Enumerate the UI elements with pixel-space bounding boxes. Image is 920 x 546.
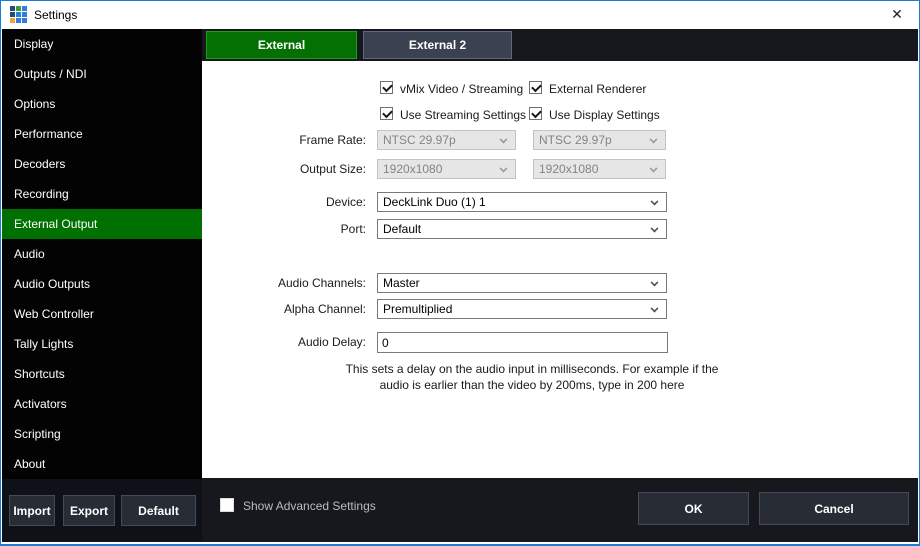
cancel-button[interactable]: Cancel [759, 492, 909, 525]
audio-channels-label: Audio Channels: [221, 276, 366, 290]
device-label: Device: [221, 195, 366, 209]
sidebar-item-display[interactable]: Display [2, 29, 202, 59]
use-streaming-settings-checkbox[interactable] [380, 107, 393, 120]
chevron-down-icon [651, 225, 659, 233]
device-select[interactable]: DeckLink Duo (1) 1 [377, 192, 667, 212]
sidebar-footer: Import Export Default [2, 479, 202, 542]
sidebar-item-tally-lights[interactable]: Tally Lights [2, 329, 202, 359]
sidebar-item-shortcuts[interactable]: Shortcuts [2, 359, 202, 389]
sidebar: Display Outputs / NDI Options Performanc… [2, 29, 202, 542]
output-size-value-2: 1920x1080 [539, 162, 598, 176]
chevron-down-icon [651, 305, 659, 313]
sidebar-item-audio-outputs[interactable]: Audio Outputs [2, 269, 202, 299]
audio-delay-help-text: This sets a delay on the audio input in … [342, 361, 722, 393]
external-renderer-checkbox[interactable] [529, 81, 542, 94]
vmix-logo-icon [10, 6, 27, 23]
output-size-select-1: 1920x1080 [377, 159, 516, 179]
show-advanced-settings-checkbox[interactable] [220, 498, 234, 512]
vmix-video-streaming-label: vMix Video / Streaming [400, 82, 523, 96]
chevron-down-icon [651, 198, 659, 206]
import-button[interactable]: Import [9, 495, 55, 526]
sidebar-item-web-controller[interactable]: Web Controller [2, 299, 202, 329]
vmix-video-streaming-checkbox[interactable] [380, 81, 393, 94]
tab-strip: External External 2 [202, 29, 918, 61]
sidebar-item-external-output[interactable]: External Output [2, 209, 202, 239]
sidebar-item-activators[interactable]: Activators [2, 389, 202, 419]
alpha-channel-select[interactable]: Premultiplied [377, 299, 667, 319]
chevron-down-icon [650, 165, 658, 173]
close-icon[interactable]: ✕ [882, 1, 912, 28]
alpha-channel-value: Premultiplied [383, 302, 452, 316]
sidebar-item-scripting[interactable]: Scripting [2, 419, 202, 449]
chevron-down-icon [500, 165, 508, 173]
export-button[interactable]: Export [63, 495, 115, 526]
audio-delay-label: Audio Delay: [221, 335, 366, 349]
audio-channels-select[interactable]: Master [377, 273, 667, 293]
use-streaming-settings-label: Use Streaming Settings [400, 108, 526, 122]
chevron-down-icon [650, 136, 658, 144]
port-value: Default [383, 222, 421, 236]
frame-rate-select-2: NTSC 29.97p [533, 130, 666, 150]
alpha-channel-label: Alpha Channel: [221, 302, 366, 316]
window-title: Settings [34, 8, 77, 22]
sidebar-item-about[interactable]: About [2, 449, 202, 479]
output-size-select-2: 1920x1080 [533, 159, 666, 179]
port-label: Port: [221, 222, 366, 236]
port-select[interactable]: Default [377, 219, 667, 239]
show-advanced-settings-label: Show Advanced Settings [243, 499, 376, 513]
chevron-down-icon [651, 279, 659, 287]
audio-delay-input[interactable] [377, 332, 668, 353]
sidebar-item-audio[interactable]: Audio [2, 239, 202, 269]
settings-window: Settings ✕ Display Outputs / NDI Options… [0, 0, 920, 546]
use-display-settings-label: Use Display Settings [549, 108, 660, 122]
external-output-panel: vMix Video / Streaming External Renderer… [202, 61, 918, 481]
use-display-settings-checkbox[interactable] [529, 107, 542, 120]
title-bar: Settings ✕ [2, 1, 918, 29]
tab-external-2[interactable]: External 2 [363, 31, 512, 59]
frame-rate-label: Frame Rate: [221, 133, 366, 147]
output-size-label: Output Size: [221, 162, 366, 176]
sidebar-item-performance[interactable]: Performance [2, 119, 202, 149]
sidebar-item-decoders[interactable]: Decoders [2, 149, 202, 179]
audio-channels-value: Master [383, 276, 420, 290]
default-button[interactable]: Default [121, 495, 196, 526]
external-renderer-label: External Renderer [549, 82, 646, 96]
sidebar-item-outputs-ndi[interactable]: Outputs / NDI [2, 59, 202, 89]
sidebar-item-options[interactable]: Options [2, 89, 202, 119]
frame-rate-value-1: NTSC 29.97p [383, 133, 456, 147]
frame-rate-select-1: NTSC 29.97p [377, 130, 516, 150]
output-size-value-1: 1920x1080 [383, 162, 442, 176]
tab-external[interactable]: External [206, 31, 357, 59]
sidebar-item-recording[interactable]: Recording [2, 179, 202, 209]
ok-button[interactable]: OK [638, 492, 749, 525]
footer-bar: Show Advanced Settings OK Cancel [202, 478, 918, 542]
device-value: DeckLink Duo (1) 1 [383, 195, 486, 209]
frame-rate-value-2: NTSC 29.97p [539, 133, 612, 147]
chevron-down-icon [500, 136, 508, 144]
